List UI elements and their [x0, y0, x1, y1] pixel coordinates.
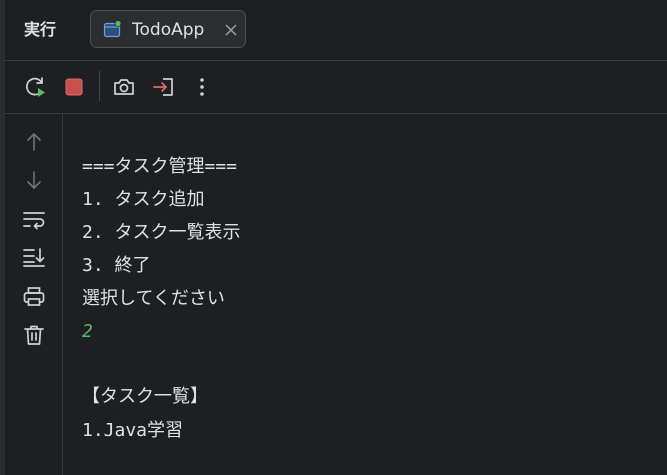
rerun-icon[interactable]: [24, 75, 48, 99]
scroll-to-end-icon[interactable]: [22, 245, 46, 269]
trash-icon[interactable]: [22, 323, 46, 347]
print-icon[interactable]: [22, 285, 46, 309]
console-output[interactable]: ===タスク管理=== 1. タスク追加 2. タスク一覧表示 3. 終了 選択…: [63, 114, 667, 475]
tab-todoapp[interactable]: TodoApp: [90, 10, 246, 48]
run-tool-window: 実行 TodoApp ===タスク管理=== 1. タスク追加 2. タスク一覧…: [5, 0, 667, 475]
more-icon[interactable]: [190, 75, 214, 99]
console-line: ===タスク管理===: [82, 156, 238, 177]
stop-icon[interactable]: [62, 75, 86, 99]
console-side-toolbar: [5, 114, 62, 475]
run-panel-header: 実行 TodoApp: [5, 0, 667, 61]
application-window-icon: [103, 21, 121, 38]
close-icon[interactable]: [222, 21, 240, 39]
console-line: 1. タスク追加: [82, 189, 205, 210]
camera-icon[interactable]: [112, 75, 136, 99]
arrow-down-icon[interactable]: [22, 168, 46, 192]
toolbar-separator: [99, 71, 100, 101]
console-line: 選択してください: [82, 288, 225, 309]
soft-wrap-icon[interactable]: [22, 208, 46, 232]
console-line: 【タスク一覧】: [82, 386, 208, 407]
console-line: 3. 終了: [82, 255, 151, 276]
run-toolbar: [5, 61, 667, 114]
panel-title: 実行: [24, 20, 57, 39]
console-line: 1.Java学習: [82, 420, 184, 441]
console-line: 2. タスク一覧表示: [82, 222, 241, 243]
arrow-up-icon[interactable]: [22, 130, 46, 154]
exit-icon[interactable]: [152, 75, 176, 99]
console-user-input: 2: [82, 321, 93, 342]
tab-label: TodoApp: [132, 20, 205, 40]
